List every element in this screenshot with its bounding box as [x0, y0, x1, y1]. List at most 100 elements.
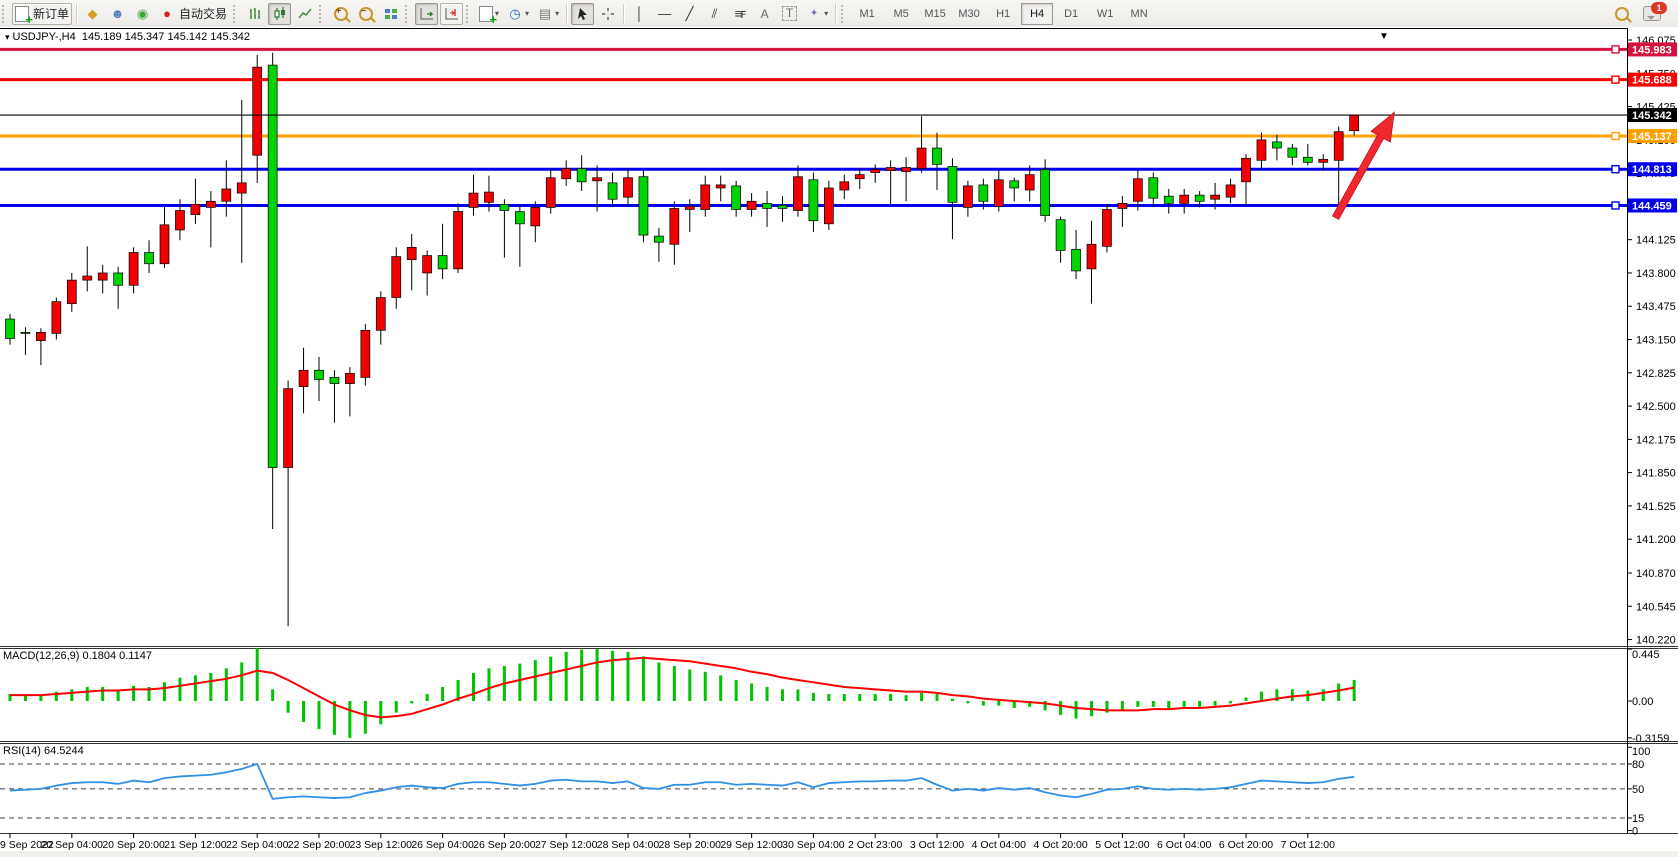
chart-shift-button[interactable] — [440, 3, 463, 25]
price-tag-144.459: 144.459 — [1628, 198, 1677, 212]
notification-badge: 1 — [1651, 2, 1667, 14]
chart-ohlc-values: 145.189 145.347 145.142 145.342 — [82, 31, 250, 43]
svg-text:100: 100 — [1632, 746, 1650, 758]
equidistant-channel-icon: ⫽ — [707, 6, 723, 22]
timeframe-d1-button[interactable]: D1 — [1055, 3, 1087, 25]
svg-text:7 Oct 12:00: 7 Oct 12:00 — [1281, 839, 1335, 851]
rsi-panel: 1008050150 — [0, 746, 1650, 838]
price-tag-145.983: 145.983 — [1628, 42, 1677, 56]
toolbar-grip — [2, 5, 9, 23]
timeframe-m1-button[interactable]: M1 — [851, 3, 883, 25]
auto-scroll-icon — [419, 6, 435, 22]
signals-button[interactable]: ◉ — [131, 3, 154, 25]
channel-button[interactable]: ⫽ — [703, 3, 726, 25]
timeframe-m30-button[interactable]: M30 — [953, 3, 985, 25]
auto-trading-button[interactable]: ● 自动交易 — [156, 3, 230, 25]
svg-text:145.688: 145.688 — [1632, 75, 1672, 87]
svg-text:50: 50 — [1632, 784, 1644, 796]
zoom-out-button[interactable]: − — [354, 3, 377, 25]
vertical-line-button[interactable]: │ — [628, 3, 651, 25]
red-arrow-annotation — [1333, 112, 1395, 219]
chart-expand-icon[interactable]: ▾ — [5, 32, 10, 42]
price-axis: 146.075145.750145.425145.100144.775144.4… — [1627, 35, 1676, 647]
svg-text:23 Sep 12:00: 23 Sep 12:00 — [350, 839, 413, 851]
market-watch-button[interactable]: ◆ — [81, 3, 104, 25]
svg-text:28 Sep 04:00: 28 Sep 04:00 — [597, 839, 660, 851]
timeframe-w1-button[interactable]: W1 — [1089, 3, 1121, 25]
candles — [6, 53, 1359, 626]
period-button[interactable]: ◷▾ — [504, 3, 532, 25]
scroll-end-marker: ▼ — [1379, 31, 1389, 42]
trendline-button[interactable]: ╱ — [678, 3, 701, 25]
cursor-icon — [575, 6, 591, 22]
svg-text:4 Oct 20:00: 4 Oct 20:00 — [1033, 839, 1087, 851]
price-tag-145.342: 145.342 — [1628, 108, 1677, 122]
time-axis: 9 Sep 202220 Sep 04:0020 Sep 20:0021 Sep… — [0, 833, 1335, 851]
chart-shift-icon — [444, 6, 460, 22]
svg-text:141.200: 141.200 — [1636, 534, 1676, 546]
bar-chart-button[interactable] — [243, 3, 266, 25]
template-button[interactable]: ▤▾ — [534, 3, 562, 25]
chat-button[interactable]: 1 — [1640, 3, 1664, 25]
zoom-out-icon: − — [359, 7, 373, 21]
svg-text:3 Oct 12:00: 3 Oct 12:00 — [910, 839, 964, 851]
gold-tool-icon: ◆ — [85, 6, 101, 22]
svg-text:15: 15 — [1632, 813, 1644, 825]
zoom-in-icon: + — [334, 7, 348, 21]
accounts-button[interactable]: ☻ — [106, 3, 129, 25]
candlestick-chart-icon — [272, 6, 288, 22]
svg-text:145.137: 145.137 — [1632, 131, 1672, 143]
svg-text:30 Sep 04:00: 30 Sep 04:00 — [782, 839, 845, 851]
text-label-button[interactable]: T — [778, 3, 801, 25]
search-button[interactable] — [1610, 3, 1633, 25]
new-order-label: 新订单 — [33, 5, 69, 22]
auto-scroll-button[interactable] — [415, 3, 438, 25]
svg-text:20 Sep 04:00: 20 Sep 04:00 — [41, 839, 104, 851]
chart-canvas[interactable]: 146.075145.750145.425145.100144.775144.4… — [0, 27, 1678, 857]
add-indicator-button[interactable]: ▾ — [476, 3, 502, 25]
timeframe-m15-button[interactable]: M15 — [919, 3, 951, 25]
candlestick-chart-button[interactable] — [268, 3, 291, 25]
timeframe-h1-button[interactable]: H1 — [987, 3, 1019, 25]
svg-text:145.342: 145.342 — [1632, 110, 1672, 122]
bar-chart-icon — [247, 6, 263, 22]
signal-icon: ◉ — [135, 6, 151, 22]
cursor-button[interactable] — [571, 3, 594, 25]
tile-windows-icon — [383, 6, 399, 22]
text-label-icon: T — [782, 6, 797, 21]
new-order-button[interactable]: 新订单 — [12, 3, 72, 25]
macd-indicator-label: MACD(12,26,9) 0.1804 0.1147 — [3, 650, 152, 662]
svg-text:22 Sep 04:00: 22 Sep 04:00 — [226, 839, 289, 851]
fibonacci-button[interactable]: ≡ꜰ — [728, 3, 751, 25]
vertical-line-icon: │ — [632, 6, 648, 22]
trendline-icon: ╱ — [682, 6, 698, 22]
zoom-in-button[interactable]: + — [329, 3, 352, 25]
arrows-button[interactable]: ✦▾ — [803, 3, 831, 25]
text-icon: A — [757, 6, 773, 22]
profile-icon: ☻ — [110, 6, 126, 22]
price-tag-145.137: 145.137 — [1628, 129, 1677, 143]
svg-text:6 Oct 04:00: 6 Oct 04:00 — [1157, 839, 1211, 851]
text-button[interactable]: A — [753, 3, 776, 25]
horizontal-line-button[interactable]: — — [653, 3, 676, 25]
svg-text:26 Sep 20:00: 26 Sep 20:00 — [473, 839, 536, 851]
mt4-window: 新订单 ◆ ☻ ◉ ● 自动交易 + − — [0, 0, 1678, 857]
svg-text:20 Sep 20:00: 20 Sep 20:00 — [102, 839, 165, 851]
timeframe-mn-button[interactable]: MN — [1123, 3, 1155, 25]
timeframe-h4-button[interactable]: H4 — [1021, 3, 1053, 25]
svg-text:2 Oct 23:00: 2 Oct 23:00 — [848, 839, 902, 851]
price-tag-145.688: 145.688 — [1628, 73, 1677, 87]
svg-text:21 Sep 12:00: 21 Sep 12:00 — [164, 839, 227, 851]
svg-text:140.870: 140.870 — [1636, 568, 1676, 580]
chart-area[interactable]: ▾USDJPY-,H4 145.189 145.347 145.142 145.… — [0, 27, 1678, 857]
chart-title: ▾USDJPY-,H4 145.189 145.347 145.142 145.… — [5, 31, 250, 43]
add-indicator-icon — [479, 6, 493, 22]
tile-windows-button[interactable] — [379, 3, 402, 25]
timeframe-m5-button[interactable]: M5 — [885, 3, 917, 25]
shapes-icon: ✦ — [806, 6, 822, 22]
svg-text:142.175: 142.175 — [1636, 434, 1676, 446]
crosshair-button[interactable] — [596, 3, 619, 25]
chat-icon: 1 — [1643, 6, 1661, 21]
svg-text:5 Oct 12:00: 5 Oct 12:00 — [1095, 839, 1149, 851]
line-chart-button[interactable] — [293, 3, 316, 25]
